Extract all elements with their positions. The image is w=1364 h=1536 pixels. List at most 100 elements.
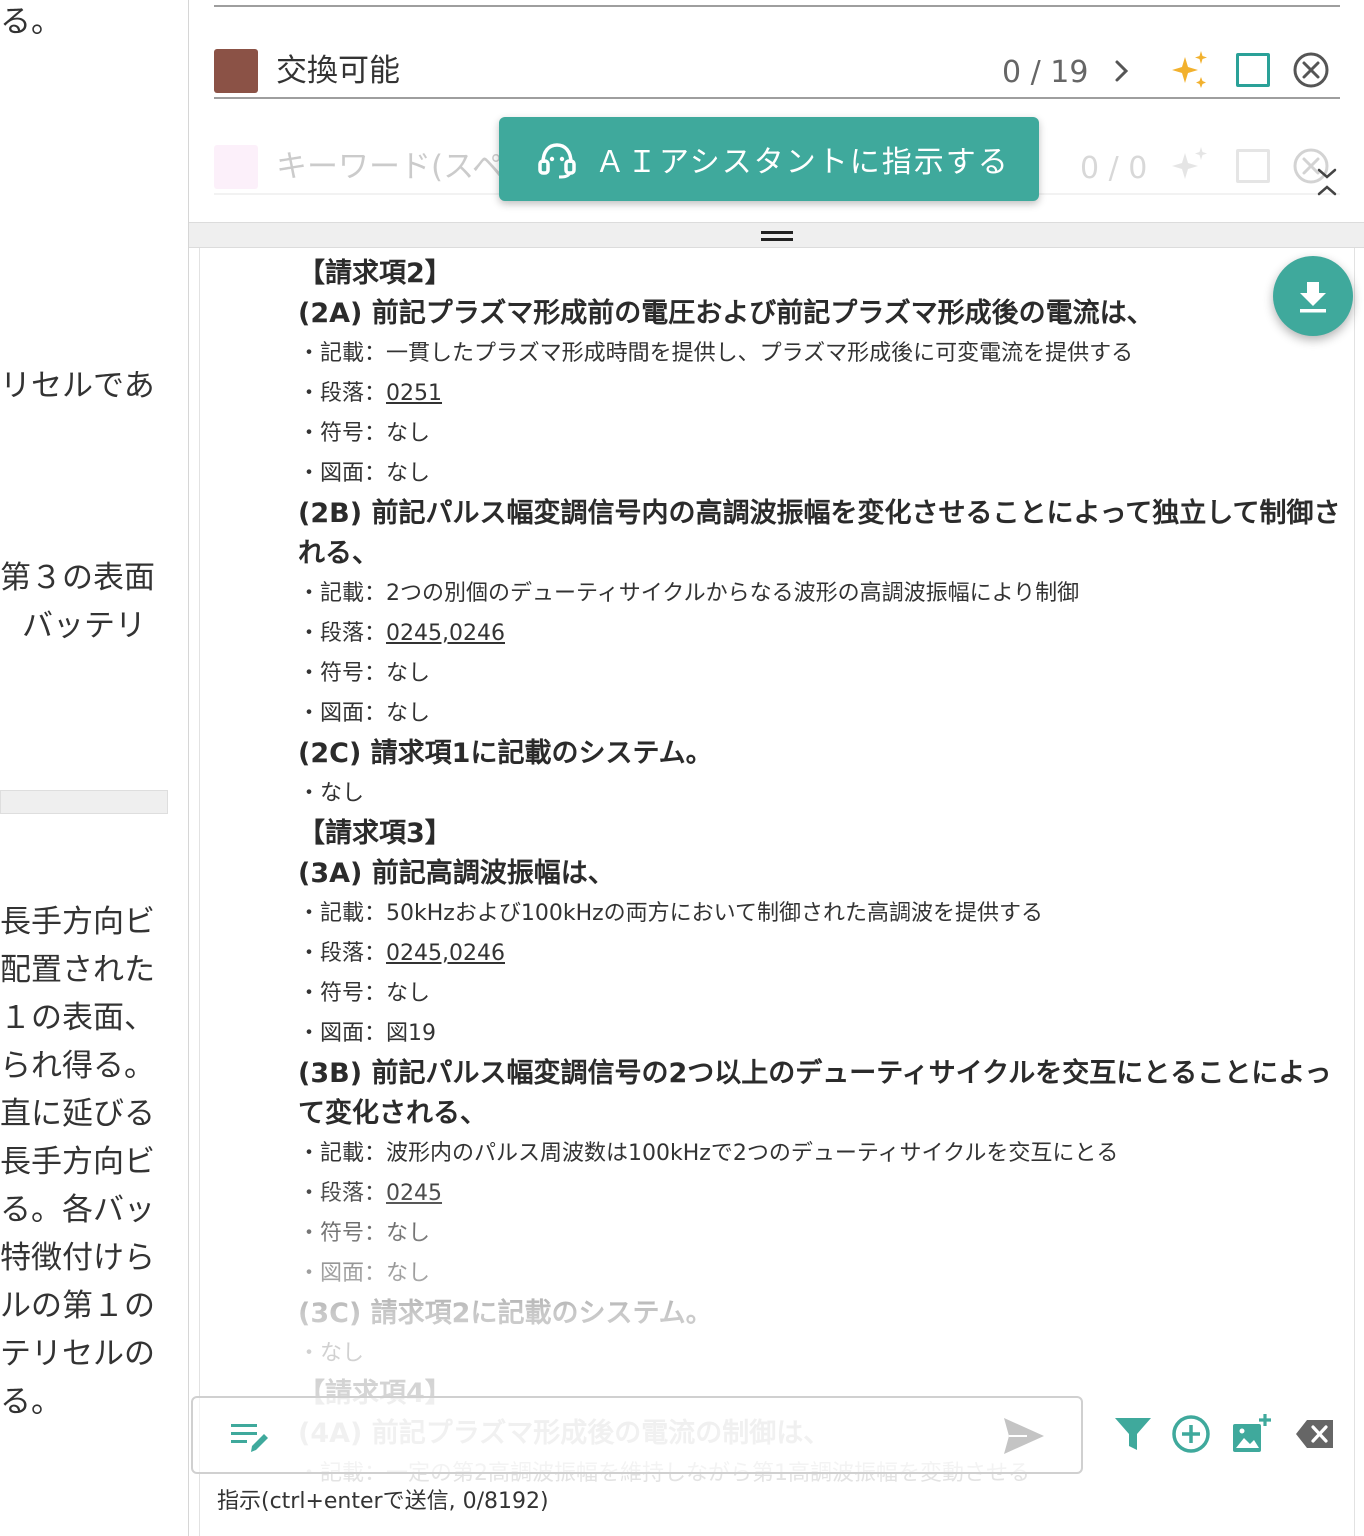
detail-value: 一貫したプラズマ形成時間を提供し、プラズマ形成後に可変電流を提供する: [386, 341, 1134, 366]
doc-line: 直に延びる: [0, 1096, 155, 1132]
doc-line: テリセルの: [0, 1336, 155, 1372]
checkbox-icon[interactable]: [1236, 53, 1270, 87]
detail-value: 2つの別個のデューティサイクルからなる波形の高調波振幅により制御: [386, 581, 1080, 606]
doc-line: 長手方向ビ: [0, 1144, 155, 1180]
doc-line: られ得る。: [0, 1048, 155, 1084]
detail-label: ・記載：: [298, 341, 387, 366]
claim-detail: ・図面：なし: [298, 1254, 1348, 1294]
detail-value: なし: [386, 701, 431, 726]
doc-line: る。: [0, 4, 62, 40]
doc-line: 第３の表面: [0, 560, 155, 596]
claim-detail: ・段落：0251: [298, 374, 1348, 414]
ai-assistant-button[interactable]: ＡＩアシスタントに指示する: [499, 117, 1039, 201]
add-image-icon[interactable]: [1229, 1412, 1273, 1456]
detail-label: ・図面：: [298, 1261, 387, 1286]
filter-icon[interactable]: [1111, 1412, 1155, 1456]
claim-detail: ・段落：0245,0246: [298, 614, 1348, 654]
claim-detail: ・記載：2つの別個のデューティサイクルからなる波形の高調波振幅により制御: [298, 574, 1348, 614]
detail-label: ・記載：: [298, 581, 387, 606]
add-circle-icon[interactable]: [1169, 1412, 1213, 1456]
detail-value: 図19: [386, 1021, 437, 1046]
paragraph-link[interactable]: 0245,0246: [386, 941, 505, 966]
doc-line: リセルであ: [0, 368, 155, 404]
claim-element: (3A) 前記高調波振幅は、: [298, 858, 615, 889]
claim-detail: ・図面：なし: [298, 454, 1348, 494]
keyword-label[interactable]: 交換可能: [276, 51, 400, 91]
document-pane: る。 リセルであ 第３の表面 バッテリ 長手方向ビ 配置された １の表面、 られ…: [0, 0, 188, 1536]
doc-line: る。: [0, 1384, 62, 1420]
paragraph-link[interactable]: 0245,0246: [386, 621, 505, 646]
claim-detail: ・段落：0245: [298, 1174, 1348, 1214]
keyword-row: 交換可能 0 / 19: [214, 49, 1340, 99]
claim-detail: ・なし: [298, 1334, 1348, 1374]
doc-line: ルの第１の: [0, 1288, 155, 1324]
claim-detail: ・段落：0245,0246: [298, 934, 1348, 974]
keyword-row-divider: [214, 5, 1340, 7]
chevron-right-icon[interactable]: [1106, 55, 1138, 87]
detail-value: なし: [386, 981, 431, 1006]
match-count: 0 / 0: [1080, 151, 1148, 186]
detail-label: ・符号：: [298, 1221, 387, 1246]
claim-heading: 【請求項2】: [298, 258, 452, 289]
clear-icon[interactable]: [1293, 1412, 1337, 1456]
claim-element: (2C) 請求項1に記載のシステム。: [298, 738, 713, 769]
detail-label: ・符号：: [298, 981, 387, 1006]
detail-label: ・段落：: [298, 941, 387, 966]
detail-label: ・図面：: [298, 701, 387, 726]
detail-label: ・: [298, 1341, 321, 1366]
detail-value: なし: [320, 781, 365, 806]
paragraph-link[interactable]: 0245: [386, 1181, 442, 1206]
claim-detail: ・符号：なし: [298, 654, 1348, 694]
keyword-color-swatch[interactable]: [214, 49, 258, 93]
doc-line: バッテリ: [22, 608, 146, 644]
detail-label: ・記載：: [298, 1141, 387, 1166]
collapse-icon[interactable]: [1313, 164, 1341, 200]
claims-content[interactable]: 【請求項2】 (2A) 前記プラズマ形成前の電圧および前記プラズマ形成後の電流は、…: [199, 248, 1355, 1536]
instruction-hint: 指示(ctrl+enterで送信, 0/8192): [217, 1489, 549, 1514]
detail-label: ・: [298, 781, 321, 806]
detail-value: なし: [386, 1221, 431, 1246]
assistant-icon: [538, 143, 576, 179]
detail-value: なし: [386, 461, 431, 486]
doc-line: 配置された: [0, 952, 155, 988]
sparkle-icon[interactable]: [1169, 49, 1211, 91]
edit-list-icon[interactable]: [229, 1418, 269, 1456]
claim-detail: ・図面：図19: [298, 1014, 1348, 1054]
doc-line: １の表面、: [0, 1000, 155, 1036]
detail-label: ・符号：: [298, 421, 387, 446]
claim-element: (2B) 前記パルス幅変調信号内の高調波振幅を変化させることによって独立して制御…: [298, 498, 1341, 569]
detail-value: なし: [386, 421, 431, 446]
keyword-color-swatch[interactable]: [214, 145, 258, 189]
instruction-input[interactable]: [293, 1414, 983, 1458]
sparkle-icon[interactable]: [1169, 145, 1211, 187]
download-button[interactable]: [1273, 256, 1353, 336]
claim-detail: ・符号：なし: [298, 1214, 1348, 1254]
detail-value: 50kHzおよび100kHzの両方において制御された高調波を提供する: [386, 901, 1044, 926]
paragraph-link[interactable]: 0251: [386, 381, 442, 406]
claim-detail: ・記載：一貫したプラズマ形成時間を提供し、プラズマ形成後に可変電流を提供する: [298, 334, 1348, 374]
claim-detail: ・記載：波形内のパルス周波数は100kHzで2つのデューティサイクルを交互にとる: [298, 1134, 1348, 1174]
instruction-box: [191, 1396, 1083, 1474]
download-icon: [1300, 282, 1326, 313]
detail-label: ・符号：: [298, 661, 387, 686]
checkbox-icon[interactable]: [1236, 149, 1270, 183]
close-circle-icon[interactable]: [1292, 51, 1330, 89]
claim-detail: ・記載：50kHzおよび100kHzの両方において制御された高調波を提供する: [298, 894, 1348, 934]
doc-line: 特徴付けら: [0, 1240, 155, 1276]
detail-value: なし: [320, 1341, 365, 1366]
detail-label: ・図面：: [298, 461, 387, 486]
match-count: 0 / 19: [1002, 55, 1089, 90]
panel-splitter[interactable]: [189, 222, 1364, 248]
doc-line: 長手方向ビ: [0, 904, 155, 940]
send-icon[interactable]: [1001, 1414, 1047, 1458]
doc-divider: [0, 790, 168, 814]
claim-element: (3B) 前記パルス幅変調信号の2つ以上のデューティサイクルを交互にとることによ…: [298, 1058, 1332, 1129]
detail-label: ・段落：: [298, 621, 387, 646]
drag-handle-icon[interactable]: [761, 231, 793, 241]
keyword-input[interactable]: キーワード(スペ: [276, 147, 503, 187]
ai-assistant-label: ＡＩアシスタントに指示する: [595, 145, 1010, 180]
doc-line: る。各バッ: [0, 1192, 155, 1228]
detail-value: なし: [386, 661, 431, 686]
detail-label: ・段落：: [298, 1181, 387, 1206]
detail-value: なし: [386, 1261, 431, 1286]
